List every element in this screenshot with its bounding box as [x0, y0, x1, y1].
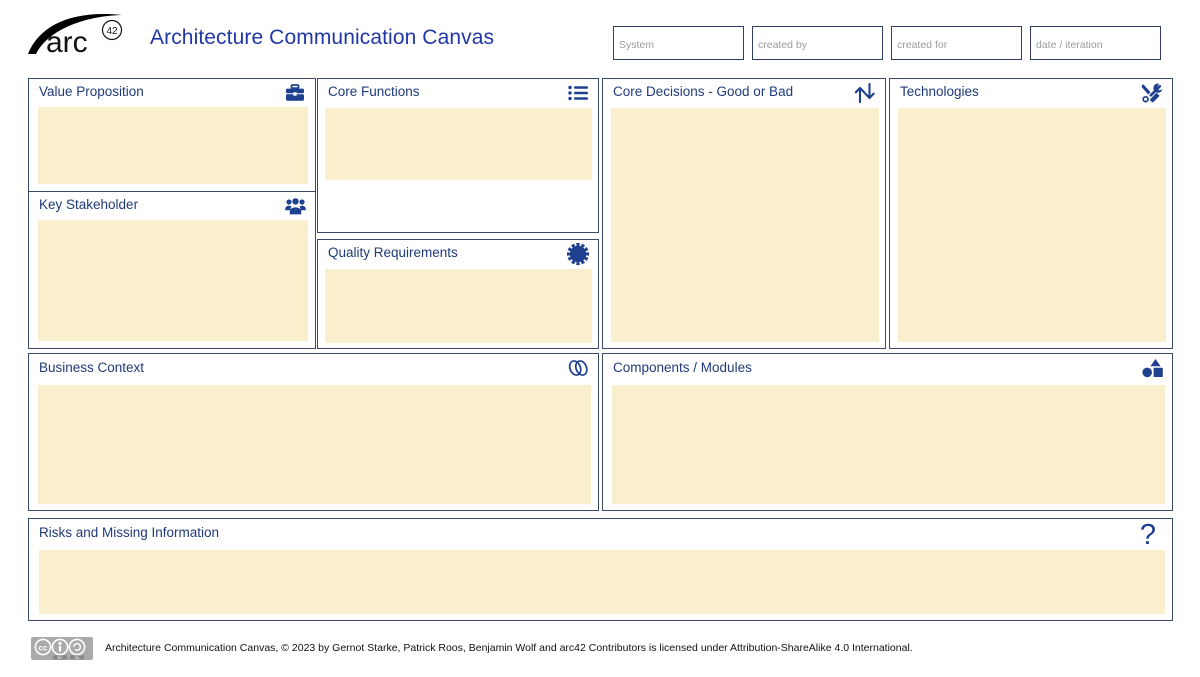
tools-icon: [1141, 82, 1163, 104]
architecture-communication-canvas: arc 42 Architecture Communication Canvas…: [0, 0, 1200, 677]
created-by-field[interactable]: [752, 26, 883, 60]
panel-business-context[interactable]: Business Context: [28, 353, 599, 511]
panel-title: Business Context: [39, 360, 145, 375]
panel-content-area[interactable]: [898, 108, 1166, 342]
svg-text:cc: cc: [39, 644, 48, 653]
panel-content-area[interactable]: [325, 108, 592, 180]
panel-header: Value Proposition: [29, 79, 315, 106]
license-text: Architecture Communication Canvas, © 202…: [105, 642, 913, 654]
panel-risks-missing-information[interactable]: Risks and Missing Information ?: [28, 518, 1173, 621]
panel-header: Business Context: [29, 354, 598, 381]
panel-header: Risks and Missing Information ?: [29, 519, 1172, 549]
people-group-icon: [284, 195, 306, 217]
svg-text:SA: SA: [75, 656, 80, 660]
svg-text:arc: arc: [46, 26, 88, 58]
panel-title: Value Proposition: [39, 84, 144, 99]
panel-content-area[interactable]: [39, 550, 1165, 614]
panel-content-area[interactable]: [611, 108, 879, 342]
up-down-arrows-icon: [854, 82, 876, 104]
panel-content-area[interactable]: [38, 220, 308, 341]
panel-title: Quality Requirements: [328, 245, 458, 260]
system-field[interactable]: [613, 26, 744, 60]
panel-header: Key Stakeholder: [29, 192, 315, 219]
starburst-badge-icon: [567, 243, 589, 265]
panel-title: Key Stakeholder: [39, 197, 139, 212]
svg-text:42: 42: [106, 26, 118, 37]
panel-header: Technologies: [890, 79, 1172, 106]
footer: cc BY SA Architecture Communication Canv…: [0, 632, 1200, 677]
panel-content-area[interactable]: [612, 385, 1165, 504]
link-chain-icon: [567, 357, 589, 379]
svg-text:?: ?: [1140, 519, 1156, 549]
panel-title: Risks and Missing Information: [39, 525, 220, 540]
meta-fields-group: [613, 26, 1161, 60]
panel-content-area[interactable]: [38, 107, 308, 184]
panel-title: Core Decisions - Good or Bad: [613, 84, 794, 99]
panel-title: Core Functions: [328, 84, 420, 99]
panel-content-area[interactable]: [38, 385, 591, 504]
panel-header: Components / Modules: [603, 354, 1172, 381]
page-title: Architecture Communication Canvas: [150, 26, 495, 49]
created-for-field[interactable]: [891, 26, 1022, 60]
panel-header: Core Decisions - Good or Bad: [603, 79, 885, 106]
header: arc 42 Architecture Communication Canvas: [0, 0, 1200, 68]
panel-technologies[interactable]: Technologies: [889, 78, 1173, 349]
question-mark-icon: ?: [1136, 519, 1160, 549]
briefcase-icon: [284, 82, 306, 104]
bulleted-list-icon: [567, 82, 589, 104]
panel-quality-requirements[interactable]: Quality Requirements: [317, 239, 599, 349]
panel-title: Components / Modules: [613, 360, 752, 375]
panel-core-decisions[interactable]: Core Decisions - Good or Bad: [602, 78, 886, 349]
panel-title: Technologies: [900, 84, 979, 99]
panel-components-modules[interactable]: Components / Modules: [602, 353, 1173, 511]
arc42-logo: arc 42: [26, 8, 144, 58]
panel-key-stakeholder[interactable]: Key Stakeholder: [28, 191, 316, 349]
panel-header: Quality Requirements: [318, 240, 598, 267]
shapes-icon: [1141, 357, 1163, 379]
panel-core-functions[interactable]: Core Functions: [317, 78, 599, 233]
creative-commons-by-sa-badge: cc BY SA: [31, 637, 93, 660]
panel-header: Core Functions: [318, 79, 598, 106]
svg-text:BY: BY: [58, 656, 63, 660]
panel-value-proposition[interactable]: Value Proposition: [28, 78, 316, 192]
panel-content-area[interactable]: [325, 269, 592, 343]
date-iteration-field[interactable]: [1030, 26, 1161, 60]
